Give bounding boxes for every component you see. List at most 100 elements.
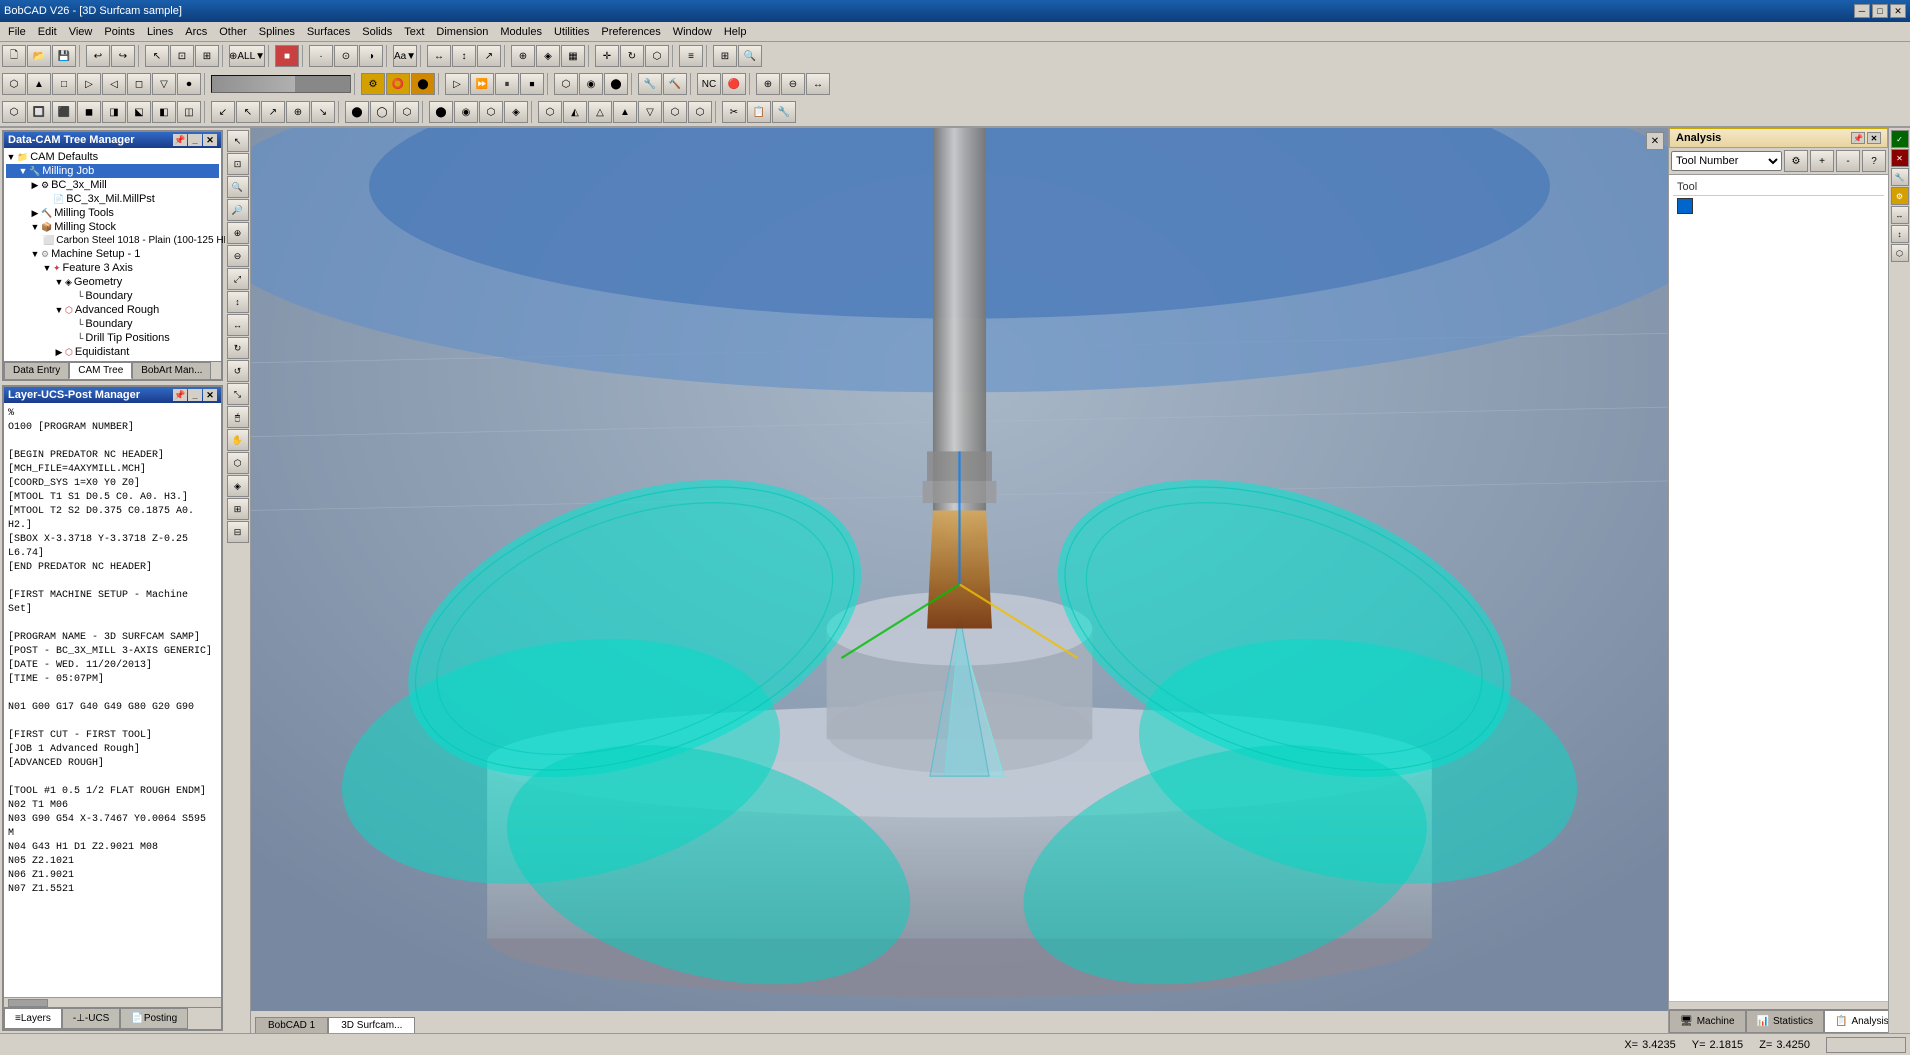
cam-btn2[interactable]: ⭕ — [386, 73, 410, 95]
menu-surfaces[interactable]: Surfaces — [301, 24, 356, 40]
hatch-btn[interactable]: ▦ — [561, 45, 585, 67]
view-top-btn[interactable]: ▲ — [27, 73, 51, 95]
menu-window[interactable]: Window — [667, 24, 718, 40]
r3-13[interactable]: ↘ — [311, 101, 335, 123]
more1-btn[interactable]: ⊕ — [756, 73, 780, 95]
r3-29[interactable]: 📋 — [747, 101, 771, 123]
more3-btn[interactable]: ↔ — [806, 73, 830, 95]
vtb-15[interactable]: ⬡ — [227, 452, 249, 474]
tab-cam-tree[interactable]: CAM Tree — [69, 362, 132, 379]
tree-item-geometry[interactable]: ▼ ◈ Geometry — [6, 275, 219, 289]
cam-tree-pin[interactable]: 📌 — [173, 134, 187, 146]
line-btn[interactable]: ⊙ — [334, 45, 358, 67]
menu-solids[interactable]: Solids — [356, 24, 398, 40]
view-iso-btn[interactable]: ⬡ — [2, 73, 26, 95]
r3-15[interactable]: ◯ — [370, 101, 394, 123]
tree-item-carbon-steel[interactable]: ⬜ Carbon Steel 1018 - Plain (100-125 HB) — [6, 234, 219, 247]
dim3-btn[interactable]: ↗ — [477, 45, 501, 67]
tab-bobart[interactable]: BobArt Man... — [132, 362, 211, 379]
sim-btn2[interactable]: ⏩ — [470, 73, 494, 95]
mirror-btn[interactable]: ⬡ — [645, 45, 669, 67]
layer-close[interactable]: ✕ — [203, 389, 217, 401]
vtb-4[interactable]: 🔎 — [227, 199, 249, 221]
r3-7[interactable]: ◧ — [152, 101, 176, 123]
analysis-remove-btn[interactable]: - — [1836, 150, 1860, 172]
menu-other[interactable]: Other — [213, 24, 253, 40]
frr-4[interactable]: ↕ — [1891, 225, 1909, 243]
nc2-btn[interactable]: 🔴 — [722, 73, 746, 95]
r3-5[interactable]: ◨ — [102, 101, 126, 123]
view-front-btn[interactable]: □ — [52, 73, 76, 95]
cam-tree-minimize[interactable]: _ — [188, 134, 202, 146]
r3-28[interactable]: ✂ — [722, 101, 746, 123]
r3-18[interactable]: ◉ — [454, 101, 478, 123]
r3-3[interactable]: ⬛ — [52, 101, 76, 123]
vtb-17[interactable]: ⊞ — [227, 498, 249, 520]
r3-14[interactable]: ⬤ — [345, 101, 369, 123]
tool-number-dropdown[interactable]: Tool Number — [1671, 151, 1782, 171]
tree-item-cam-defaults[interactable]: ▼ 📁 CAM Defaults — [6, 150, 219, 164]
nc1-btn[interactable]: NC — [697, 73, 721, 95]
vtb-14[interactable]: ✋ — [227, 429, 249, 451]
r3-27[interactable]: ⬡ — [688, 101, 712, 123]
3d-viewport[interactable]: ✕ — [251, 128, 1668, 1011]
vtb-7[interactable]: ⤢ — [227, 268, 249, 290]
tab-layers[interactable]: ≡ Layers — [4, 1008, 62, 1029]
menu-file[interactable]: File — [2, 24, 32, 40]
r3-30[interactable]: 🔧 — [772, 101, 796, 123]
r3-9[interactable]: ↙ — [211, 101, 235, 123]
select-btn[interactable]: ↖ — [145, 45, 169, 67]
cam-btn3[interactable]: ⬤ — [411, 73, 435, 95]
vp-tab-3dsurfcam[interactable]: 3D Surfcam... — [328, 1017, 415, 1033]
tree-item-boundary1[interactable]: └ Boundary — [6, 289, 219, 303]
layer-btn[interactable]: ≡ — [679, 45, 703, 67]
more2-btn[interactable]: ⊖ — [781, 73, 805, 95]
menu-points[interactable]: Points — [98, 24, 141, 40]
layer-minimize[interactable]: _ — [188, 389, 202, 401]
vtb-8[interactable]: ↕ — [227, 291, 249, 313]
r3-25[interactable]: ▽ — [638, 101, 662, 123]
tree-item-milling-job[interactable]: ▼ 🔧 Milling Job — [6, 164, 219, 178]
menu-splines[interactable]: Splines — [253, 24, 301, 40]
tool-hide-btn[interactable]: 🔨 — [663, 73, 687, 95]
r3-17[interactable]: ⬤ — [429, 101, 453, 123]
menu-edit[interactable]: Edit — [32, 24, 63, 40]
close-button[interactable]: ✕ — [1890, 4, 1906, 18]
menu-dimension[interactable]: Dimension — [430, 24, 494, 40]
r3-11[interactable]: ↗ — [261, 101, 285, 123]
all-btn[interactable]: ⊕ALL▼ — [229, 45, 265, 67]
tree-item-drill-tip[interactable]: └ Drill Tip Positions — [6, 331, 219, 345]
r3-20[interactable]: ◈ — [504, 101, 528, 123]
vtb-16[interactable]: ◈ — [227, 475, 249, 497]
vtb-6[interactable]: ⊖ — [227, 245, 249, 267]
vtb-12[interactable]: ⤡ — [227, 383, 249, 405]
font-btn[interactable]: Aa▼ — [393, 45, 417, 67]
redo-btn[interactable]: ↪ — [111, 45, 135, 67]
menu-arcs[interactable]: Arcs — [179, 24, 213, 40]
tree-item-bc3x[interactable]: ▶ ⚙ BC_3x_Mill — [6, 178, 219, 192]
grid-btn[interactable]: ⊞ — [713, 45, 737, 67]
move-btn[interactable]: ✛ — [595, 45, 619, 67]
open-btn[interactable]: 📂 — [27, 45, 51, 67]
r3-16[interactable]: ⬡ — [395, 101, 419, 123]
r3-12[interactable]: ⊕ — [286, 101, 310, 123]
snap1-btn[interactable]: ⊕ — [511, 45, 535, 67]
zoom-btn[interactable]: 🔍 — [738, 45, 762, 67]
viewport-close-btn[interactable]: ✕ — [1646, 132, 1664, 150]
code-content[interactable]: % O100 [PROGRAM NUMBER] [BEGIN PREDATOR … — [4, 403, 221, 997]
vtb-18[interactable]: ⊟ — [227, 521, 249, 543]
tree-item-adv-rough[interactable]: ▼ ⬡ Advanced Rough — [6, 303, 219, 317]
r3-10[interactable]: ↖ — [236, 101, 260, 123]
analysis-add-btn[interactable]: + — [1810, 150, 1834, 172]
r3-2[interactable]: 🔲 — [27, 101, 51, 123]
color-btn[interactable]: ■ — [275, 45, 299, 67]
vtb-11[interactable]: ↺ — [227, 360, 249, 382]
r3-21[interactable]: ⬡ — [538, 101, 562, 123]
tab-posting[interactable]: 📄 Posting — [120, 1008, 188, 1029]
tree-item-equidistant[interactable]: ▶ ⬡ Equidistant — [6, 345, 219, 359]
analysis-help-btn[interactable]: ? — [1862, 150, 1886, 172]
r3-26[interactable]: ⬡ — [663, 101, 687, 123]
arc-btn[interactable]: ◑ — [359, 45, 383, 67]
analysis-pin-btn[interactable]: 📌 — [1851, 132, 1865, 144]
vtb-1[interactable]: ↖ — [227, 130, 249, 152]
